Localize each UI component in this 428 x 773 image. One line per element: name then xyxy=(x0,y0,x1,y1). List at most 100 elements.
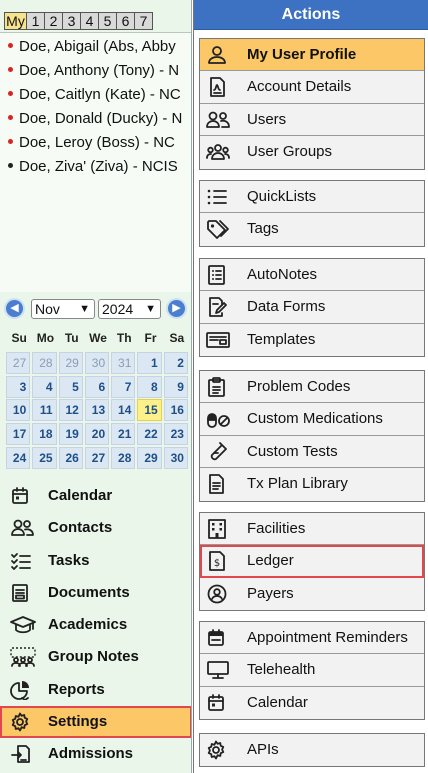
calendar-day[interactable]: 8 xyxy=(137,375,162,398)
calendar-day[interactable]: 13 xyxy=(84,399,110,422)
weekday-label: Th xyxy=(116,331,132,345)
calendar-day[interactable]: 10 xyxy=(6,399,31,422)
calendar-day[interactable]: 14 xyxy=(111,399,136,422)
patient-row[interactable]: Doe, Caitlyn (Kate) - NC xyxy=(0,83,191,107)
nav-item-contacts[interactable]: Contacts xyxy=(0,512,191,544)
calendar-day[interactable]: 5 xyxy=(58,375,83,398)
calendar-day[interactable]: 21 xyxy=(111,423,136,446)
nav-item-documents[interactable]: Documents xyxy=(0,577,191,609)
action-problem-codes[interactable]: Problem Codes xyxy=(200,371,424,404)
calendar-day[interactable]: 1 xyxy=(137,352,162,374)
action-quicklists[interactable]: QuickLists xyxy=(200,181,424,214)
calendar-day[interactable]: 9 xyxy=(163,375,188,398)
calendar-day[interactable]: 30 xyxy=(163,446,188,469)
gear-icon xyxy=(206,740,228,760)
calendar-day[interactable]: 22 xyxy=(137,423,162,446)
action-user-groups[interactable]: User Groups xyxy=(200,136,424,169)
payer-icon xyxy=(206,584,228,604)
action-account-details[interactable]: Account Details xyxy=(200,71,424,104)
action-telehealth[interactable]: Telehealth xyxy=(200,654,424,687)
actions-panel: Actions My User Profile Account Details Us… xyxy=(193,0,428,773)
calendar-day[interactable]: 19 xyxy=(58,423,83,446)
calendar-day[interactable]: 7 xyxy=(111,375,136,398)
calendar-day[interactable]: 2 xyxy=(163,352,188,374)
action-tags[interactable]: Tags xyxy=(200,213,424,246)
year-select[interactable]: 2024 ▼ xyxy=(98,299,161,319)
next-month-icon[interactable]: ▶ xyxy=(168,300,185,317)
calendar-day[interactable]: 17 xyxy=(6,423,31,446)
prev-month-icon[interactable]: ◀ xyxy=(6,300,23,317)
calendar-day[interactable]: 30 xyxy=(84,352,110,374)
action-custom-medications[interactable]: Custom Medications xyxy=(200,403,424,436)
action-my-user-profile[interactable]: My User Profile xyxy=(200,39,424,72)
calendar-day[interactable]: 4 xyxy=(32,375,57,398)
weekday-header: Su Mo Tu We Th Fr Sa xyxy=(6,331,190,347)
patient-name: Doe, Abigail (Abs, Abby xyxy=(19,38,176,55)
action-ledger[interactable]: $ Ledger xyxy=(200,545,424,578)
calendar-day[interactable]: 28 xyxy=(111,446,136,469)
calendar-day[interactable]: 27 xyxy=(84,446,110,469)
calendar-day[interactable]: 3 xyxy=(6,375,31,398)
action-apis[interactable]: APIs xyxy=(200,734,424,767)
tab-my[interactable]: My xyxy=(4,12,27,30)
nav-item-academics[interactable]: Academics xyxy=(0,609,191,641)
calendar-day[interactable]: 29 xyxy=(137,446,162,469)
document-icon xyxy=(206,474,228,495)
users-icon xyxy=(206,110,230,130)
action-label: AutoNotes xyxy=(247,266,318,283)
tab-2[interactable]: 2 xyxy=(44,12,63,30)
tab-3[interactable]: 3 xyxy=(62,12,81,30)
patient-row[interactable]: Doe, Abigail (Abs, Abby xyxy=(0,35,191,59)
action-facilities[interactable]: Facilities xyxy=(200,513,424,546)
calendar-day[interactable]: 27 xyxy=(6,352,31,374)
month-select[interactable]: Nov ▼ xyxy=(31,299,95,319)
action-data-forms[interactable]: Data Forms xyxy=(200,291,424,324)
tab-7[interactable]: 7 xyxy=(134,12,153,30)
nav-item-calendar[interactable]: Calendar xyxy=(0,480,191,512)
action-label: Appointment Reminders xyxy=(247,629,408,646)
calendar-day[interactable]: 20 xyxy=(84,423,110,446)
calendar-day[interactable]: 24 xyxy=(6,446,31,469)
user-groups-icon xyxy=(206,142,230,162)
action-custom-tests[interactable]: Custom Tests xyxy=(200,435,424,469)
nav-item-tasks[interactable]: Tasks xyxy=(0,545,191,577)
calendar-day[interactable]: 16 xyxy=(163,399,188,422)
action-label: Problem Codes xyxy=(247,378,351,395)
action-appointment-reminders[interactable]: Appointment Reminders xyxy=(200,622,424,655)
tab-6[interactable]: 6 xyxy=(116,12,135,30)
calendar-day[interactable]: 31 xyxy=(111,352,136,374)
calendar-day[interactable]: 15 xyxy=(137,399,162,422)
patient-row[interactable]: Doe, Donald (Ducky) - N xyxy=(0,107,191,131)
patient-row[interactable]: Doe, Leroy (Boss) - NC xyxy=(0,131,191,155)
action-calendar[interactable]: Calendar xyxy=(200,686,424,720)
tab-4[interactable]: 4 xyxy=(80,12,99,30)
patient-row[interactable]: Doe, Anthony (Tony) - N xyxy=(0,59,191,83)
nav-item-admissions[interactable]: Admissions xyxy=(0,738,191,770)
nav-item-group-notes[interactable]: Group Notes xyxy=(0,641,191,673)
action-templates[interactable]: Templates xyxy=(200,323,424,357)
documents-icon xyxy=(10,583,36,603)
action-payers[interactable]: Payers xyxy=(200,577,424,611)
weekday-label: Fr xyxy=(144,331,157,345)
status-dot-icon xyxy=(8,138,13,144)
action-users[interactable]: Users xyxy=(200,103,424,137)
tab-1[interactable]: 1 xyxy=(26,12,45,30)
calendar-day[interactable]: 26 xyxy=(58,446,83,469)
patient-row[interactable]: Doe, Ziva' (Ziva) - NCIS xyxy=(0,155,191,179)
calendar-day[interactable]: 29 xyxy=(58,352,83,374)
calendar-day[interactable]: 25 xyxy=(32,446,57,469)
action-label: Account Details xyxy=(247,78,352,96)
nav-item-settings[interactable]: Settings xyxy=(0,706,191,739)
calendar-day[interactable]: 23 xyxy=(163,423,188,446)
pie-chart-icon xyxy=(10,680,36,700)
nav-item-reports[interactable]: Reports xyxy=(0,674,191,706)
calendar-day[interactable]: 12 xyxy=(58,399,83,422)
action-tx-plan-library[interactable]: Tx Plan Library xyxy=(200,468,424,501)
calendar-day[interactable]: 18 xyxy=(32,423,57,446)
action-group: Problem Codes Custom Medications Custom Te… xyxy=(199,370,425,502)
tab-5[interactable]: 5 xyxy=(98,12,117,30)
calendar-day[interactable]: 28 xyxy=(32,352,57,374)
action-autonotes[interactable]: AutoNotes xyxy=(200,259,424,292)
calendar-day[interactable]: 11 xyxy=(32,399,57,422)
calendar-day[interactable]: 6 xyxy=(84,375,110,398)
